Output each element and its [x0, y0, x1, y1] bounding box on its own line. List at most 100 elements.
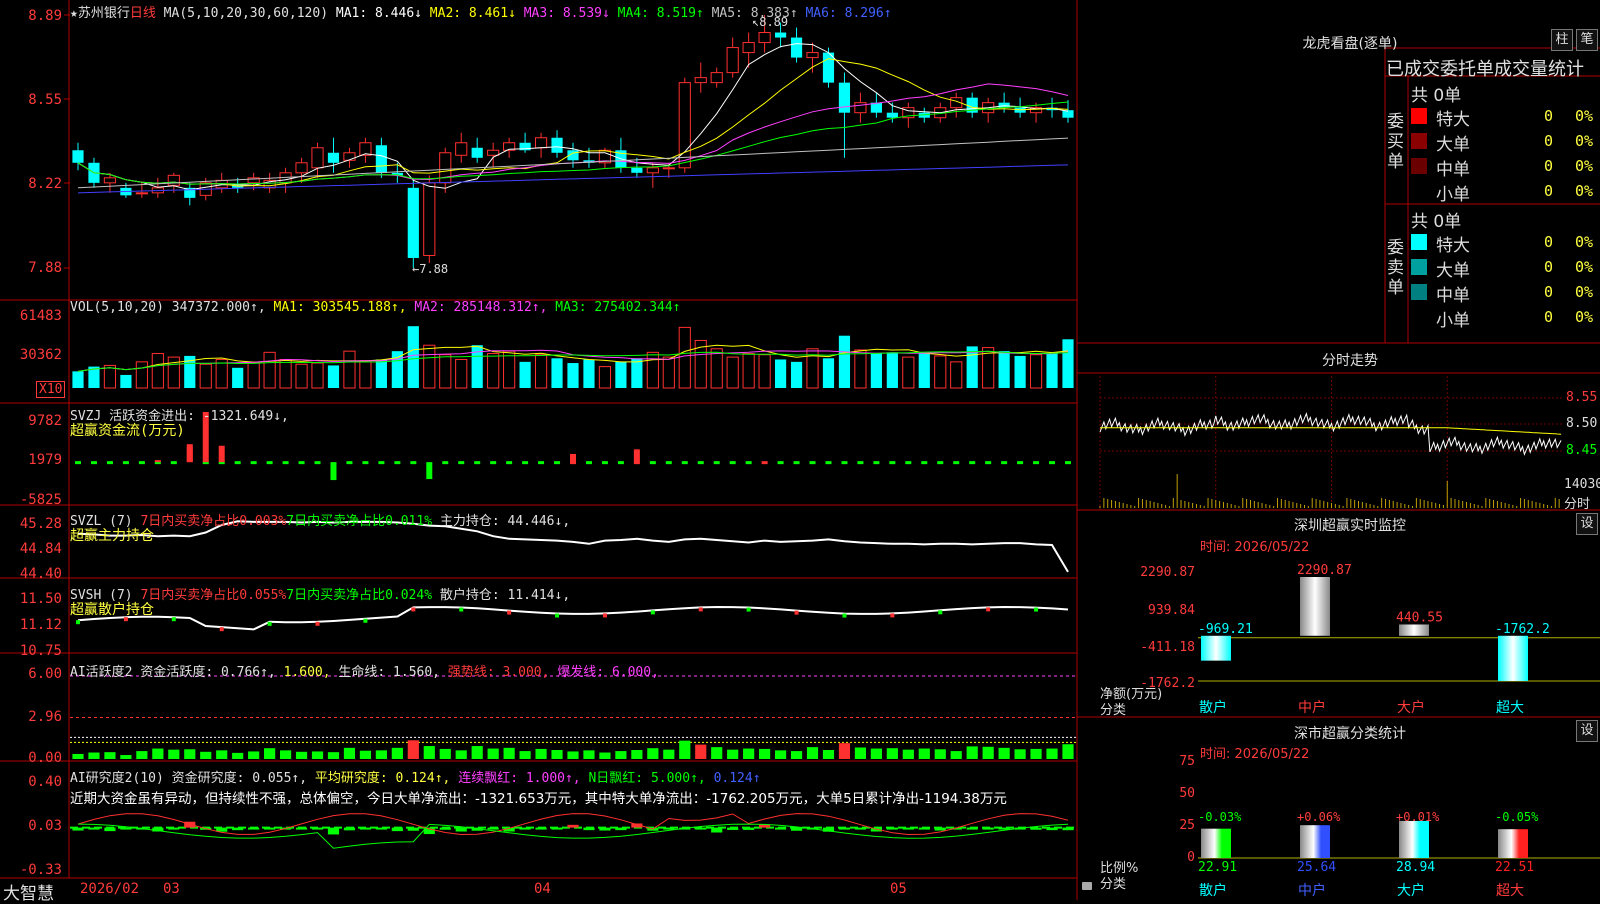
- svzj-bar: [1049, 461, 1056, 465]
- svsh-y-label: 11.12: [19, 617, 62, 633]
- svzj-bar: [75, 461, 81, 465]
- candle-body: [854, 102, 867, 114]
- volume-bar: [710, 348, 723, 389]
- svzj-bar: [697, 461, 704, 465]
- stat-delta-label: +0.01%: [1396, 810, 1440, 824]
- intraday-title: 分时走势: [1322, 353, 1378, 369]
- stat-category-label: 大户: [1397, 883, 1425, 899]
- ma4-value: MA4: 8.519↑: [617, 6, 704, 21]
- svzj-bar: [90, 461, 97, 465]
- volume-bar: [247, 362, 260, 389]
- buy-row-pct: 0%: [1575, 157, 1594, 175]
- stat-y-label: 0: [1187, 850, 1195, 865]
- pen-mode-button[interactable]: 笔: [1576, 29, 1598, 51]
- ai-research-y-label: 0.03: [28, 818, 62, 834]
- ai-research-seg2: 平均研究度: 0.124↑,: [314, 771, 451, 786]
- ma6-value: MA6: 8.296↑: [805, 6, 892, 21]
- active-bar: [631, 750, 643, 759]
- svsh-y-label: 10.75: [19, 643, 62, 659]
- intraday-y-label: 8.55: [1566, 390, 1598, 405]
- svsh-seg1: 7日内买卖净占比0.055%: [140, 588, 287, 603]
- volume-bar: [631, 358, 643, 388]
- research-bar: [551, 827, 563, 830]
- research-bar: [72, 827, 84, 831]
- ai-active-y-label: 6.00: [28, 666, 62, 682]
- research-bar: [327, 827, 340, 835]
- svzj-bar: [969, 461, 976, 465]
- svzj-bar: [570, 453, 576, 463]
- main-chart-canvas[interactable]: -969.21 2290.87 440.55 -1762.2: [0, 0, 1600, 900]
- vol-ma3: MA3: 275402.344↑: [555, 300, 681, 315]
- research-bar: [902, 827, 914, 830]
- active-bar: [264, 748, 276, 759]
- price-y-label: 8.55: [28, 92, 62, 108]
- period-label[interactable]: 日线: [130, 6, 156, 21]
- ai-research-seg4: N日飘红: 5.000↑,: [588, 771, 706, 786]
- svzj-bar: [330, 462, 337, 481]
- volume-bar: [343, 350, 356, 389]
- sell-color-swatch: [1411, 309, 1427, 325]
- svsh-marker: [219, 627, 224, 632]
- svsh-marker: [986, 607, 991, 612]
- monitor-value-label: -1762.2: [1495, 622, 1550, 637]
- lock-icon[interactable]: [1082, 882, 1092, 890]
- research-bar: [934, 827, 946, 831]
- volume-bar: [103, 364, 117, 389]
- svzj-bar: [921, 461, 928, 465]
- active-bar: [918, 748, 930, 759]
- research-bar: [886, 827, 898, 830]
- volume-bar: [646, 351, 659, 389]
- ai-research-y-label: 0.40: [28, 774, 62, 790]
- svzj-bar: [665, 461, 672, 465]
- svzj-bar: [298, 461, 305, 465]
- active-bar: [519, 751, 531, 759]
- active-bar: [359, 750, 372, 759]
- stock-name[interactable]: ★苏州银行: [70, 6, 130, 21]
- vol-unit-badge[interactable]: X10: [36, 381, 66, 398]
- monitor-y-label: 2290.87: [1140, 565, 1195, 580]
- svzl-y-label: 45.28: [19, 516, 62, 532]
- svzj-bar: [346, 461, 353, 465]
- active-bar: [774, 750, 787, 759]
- volume-bar: [854, 349, 867, 389]
- monitor-category-label: 超大: [1496, 700, 1524, 716]
- ai-active-name: AI活跃度2: [70, 665, 133, 680]
- ai-research-y-label: -0.33: [19, 862, 62, 878]
- buy-row-pct: 0%: [1575, 182, 1594, 200]
- svzj-bar: [378, 461, 385, 465]
- active-bar: [471, 746, 483, 759]
- svzj-bar: [218, 445, 225, 463]
- svsh-y-label: 11.50: [19, 591, 62, 607]
- svzj-bar: [250, 461, 257, 465]
- svzj-bar: [713, 461, 720, 465]
- active-bar: [950, 751, 962, 759]
- candle-body: [423, 182, 436, 256]
- svzj-bar: [841, 461, 848, 465]
- buy-color-swatch: [1411, 133, 1427, 149]
- volume-bar: [583, 359, 595, 388]
- active-bar: [104, 752, 116, 759]
- svzl-seg2: 7日内买卖净占比0.011%: [286, 514, 433, 529]
- candle-body: [72, 150, 84, 163]
- active-bar: [966, 746, 978, 759]
- svzj-bar: [889, 461, 896, 465]
- active-bar: [311, 751, 324, 759]
- volume-bar: [615, 361, 627, 388]
- volume-bar: [1046, 353, 1058, 388]
- volume-bar: [870, 353, 882, 388]
- candle-body: [774, 32, 787, 38]
- volume-bar: [790, 361, 803, 388]
- stat-settings-button[interactable]: 设: [1576, 720, 1598, 742]
- active-bar: [72, 753, 84, 759]
- research-bar: [583, 827, 595, 831]
- volume-bar: [503, 350, 516, 389]
- volume-bar: [375, 359, 387, 388]
- volume-bar: [774, 359, 787, 388]
- research-bar: [375, 827, 387, 830]
- active-bar: [934, 749, 946, 759]
- research-bar: [854, 827, 867, 830]
- active-bar: [902, 749, 914, 759]
- monitor-settings-button[interactable]: 设: [1576, 513, 1598, 535]
- active-bar: [743, 748, 755, 759]
- bar-mode-button[interactable]: 柱: [1551, 29, 1573, 51]
